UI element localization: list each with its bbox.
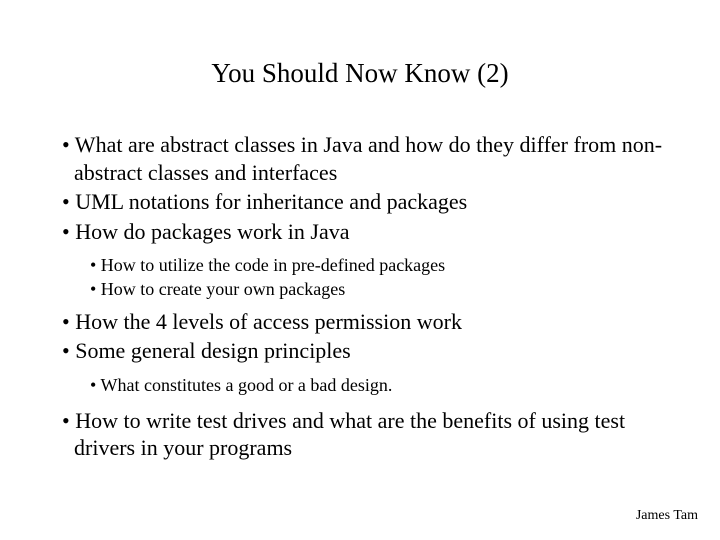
sub-bullet-group: • How to utilize the code in pre-defined… xyxy=(62,247,670,308)
sub-bullet-group: • What constitutes a good or a bad desig… xyxy=(62,367,670,403)
bullet-item: • How do packages work in Java xyxy=(62,218,670,246)
sub-bullet-item: • How to utilize the code in pre-defined… xyxy=(90,253,670,277)
bullet-item: • How the 4 levels of access permission … xyxy=(62,308,670,336)
sub-bullet-item: • How to create your own packages xyxy=(90,277,670,301)
sub-bullet-item: • What constitutes a good or a bad desig… xyxy=(90,373,670,397)
slide: You Should Now Know (2) • What are abstr… xyxy=(0,0,720,540)
slide-content: • What are abstract classes in Java and … xyxy=(0,131,720,462)
bullet-item: • Some general design principles xyxy=(62,337,670,365)
bullet-item: • UML notations for inheritance and pack… xyxy=(62,188,670,216)
footer-author: James Tam xyxy=(636,508,698,524)
slide-title: You Should Now Know (2) xyxy=(0,0,720,131)
bullet-item: • How to write test drives and what are … xyxy=(62,407,670,462)
bullet-item: • What are abstract classes in Java and … xyxy=(62,131,670,186)
